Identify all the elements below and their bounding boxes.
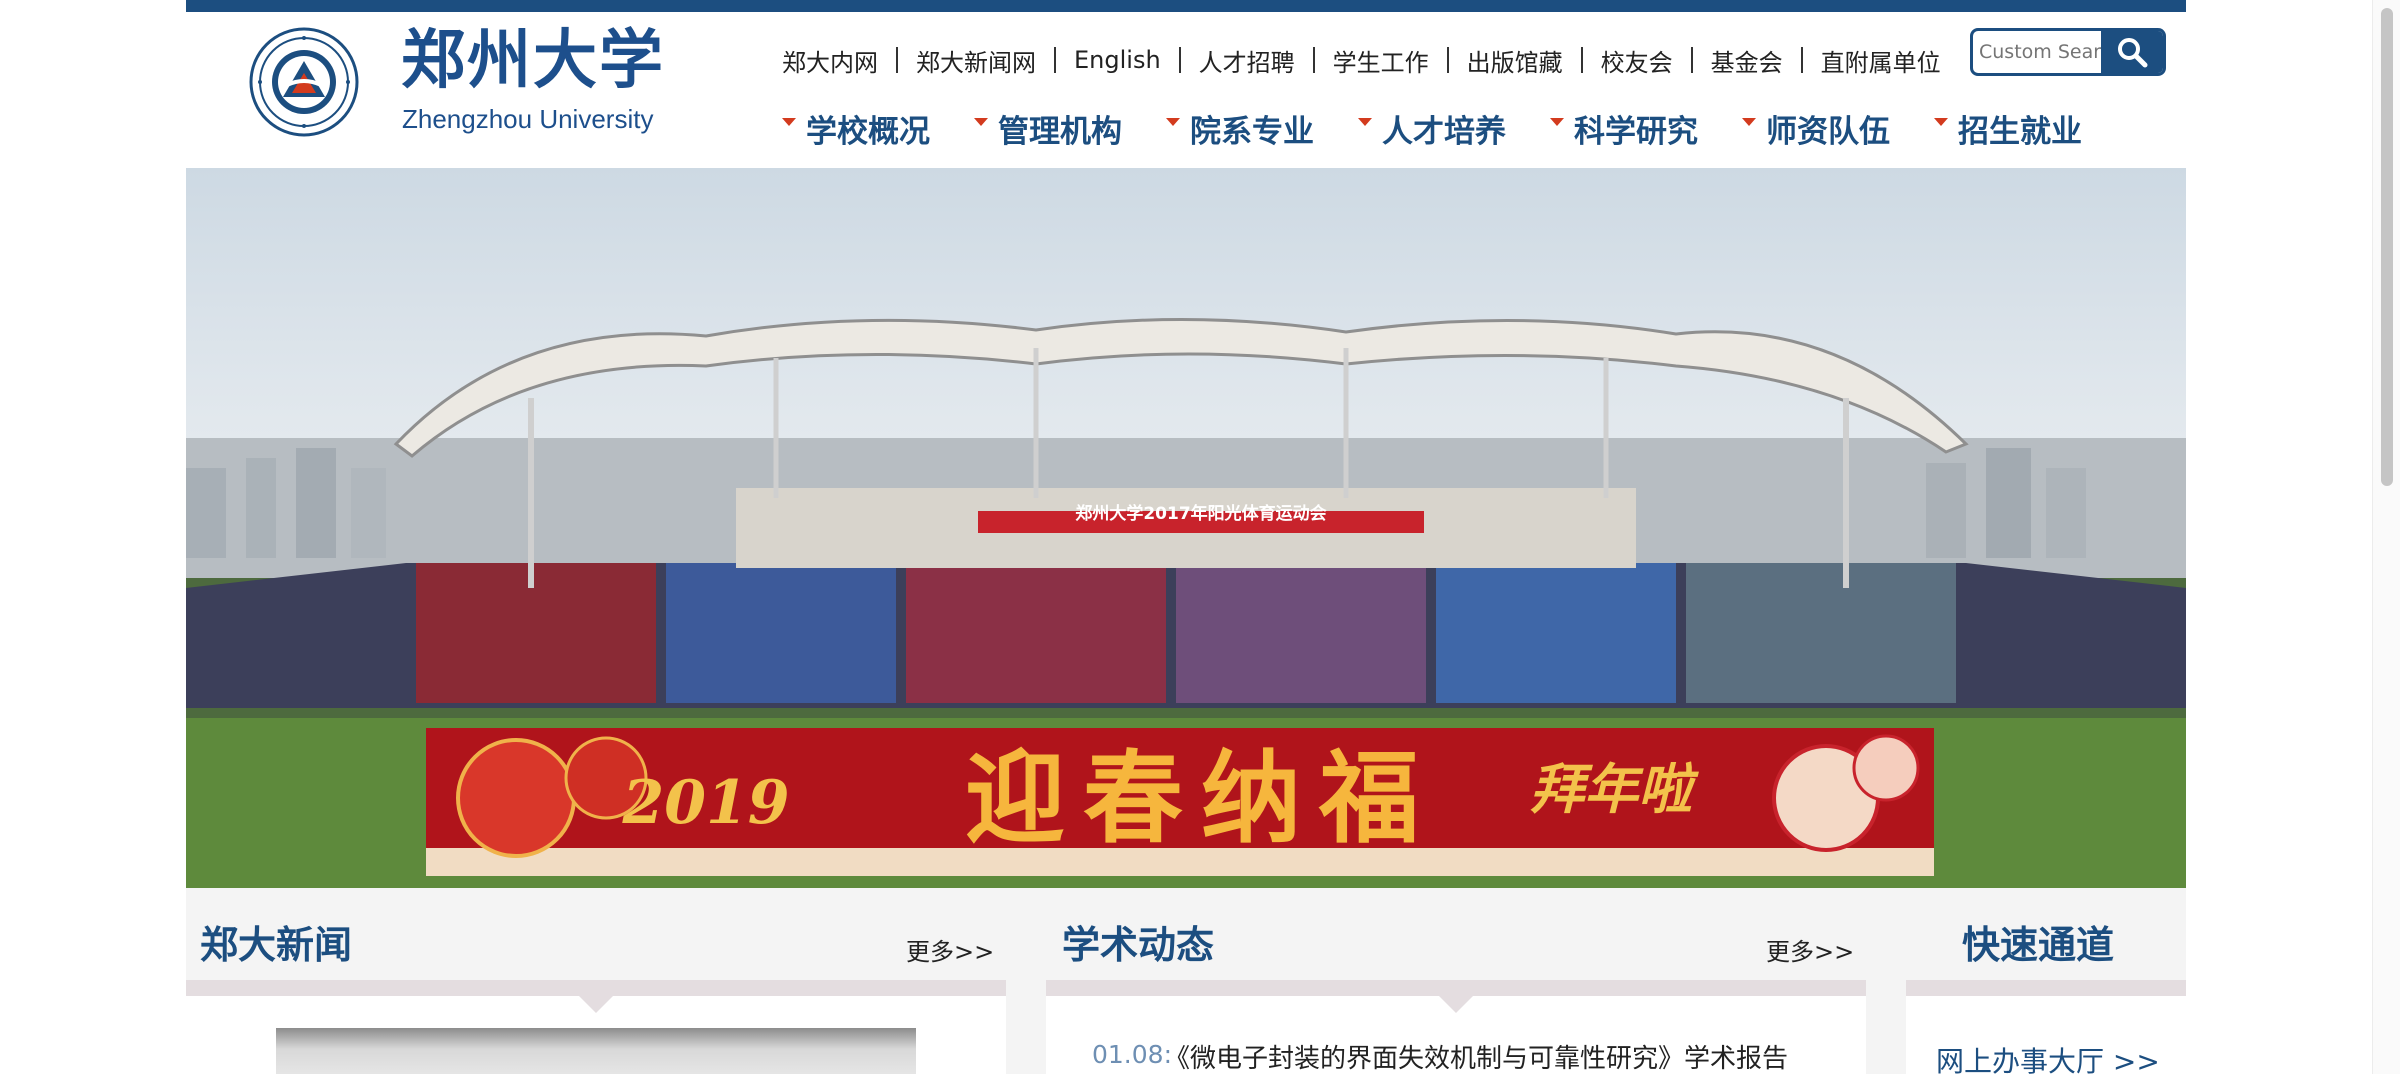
util-divider (1312, 47, 1315, 73)
util-link-student-affairs[interactable]: 学生工作 (1333, 43, 1429, 78)
site-header: 郑州大学 Zhengzhou University 郑大内网 郑大新闻网 Eng… (186, 12, 2186, 167)
quick-section-title: 快速通道 (1962, 923, 2115, 967)
scrollbar-thumb[interactable] (2381, 8, 2393, 486)
util-link-english[interactable]: English (1074, 46, 1161, 74)
hero-banner[interactable]: 郑州大学2017年阳光体育运动会 2019 迎春纳福 拜年啦 (186, 168, 2186, 888)
nav-item-about[interactable]: 学校概况 (782, 106, 930, 151)
nav-label: 科学研究 (1574, 114, 1698, 150)
search-icon (2118, 38, 2148, 68)
util-divider (1178, 47, 1181, 73)
nav-label: 人才培养 (1382, 114, 1506, 150)
academic-more-link[interactable]: 更多>> (1766, 932, 1854, 967)
caret-down-icon (782, 117, 796, 126)
search-button[interactable] (2101, 31, 2163, 73)
util-divider (1580, 47, 1583, 73)
util-link-recruitment[interactable]: 人才招聘 (1199, 43, 1295, 78)
top-accent-bar (186, 0, 2186, 12)
news-section-title[interactable]: 郑大新闻 (200, 914, 352, 969)
news-panel (186, 980, 1006, 1074)
util-link-alumni[interactable]: 校友会 (1601, 43, 1673, 78)
util-divider (1054, 47, 1056, 73)
util-divider (1800, 47, 1803, 73)
caret-down-icon (1742, 117, 1756, 126)
main-nav: 学校概况 管理机构 院系专业 人才培养 科学研究 师资队伍 招生就业 (782, 106, 2082, 151)
banner-year: 2019 (622, 768, 790, 838)
nav-label: 师资队伍 (1766, 114, 1890, 150)
util-divider (1446, 47, 1449, 73)
page-scrollbar[interactable] (2372, 0, 2400, 1074)
util-link-publications[interactable]: 出版馆藏 (1467, 43, 1563, 78)
nav-item-admissions[interactable]: 招生就业 (1934, 106, 2082, 151)
content-area: 郑大新闻 更多>> 学术动态 更多>> 01.08: 《微电子封装的界面失效机制… (186, 888, 2186, 1074)
academic-item-date: 01.08: (1092, 1040, 1172, 1069)
nav-item-departments[interactable]: 院系专业 (1166, 106, 1314, 151)
nav-item-research[interactable]: 科学研究 (1550, 106, 1698, 151)
academic-panel: 01.08: 《微电子封装的界面失效机制与可靠性研究》学术报告 (1046, 980, 1866, 1074)
quick-link-service-hall[interactable]: 网上办事大厅 >> (1936, 1040, 2160, 1074)
logo-subtitle[interactable]: Zhengzhou University (402, 104, 653, 135)
news-more-link[interactable]: 更多>> (906, 932, 994, 967)
util-link-intranet[interactable]: 郑大内网 (782, 43, 878, 78)
banner-blessing: 拜年啦 (1530, 757, 1699, 821)
academic-section-title[interactable]: 学术动态 (1062, 914, 1214, 969)
university-emblem-icon[interactable] (249, 27, 359, 137)
caret-down-icon (1934, 117, 1948, 126)
util-link-foundation[interactable]: 基金会 (1711, 43, 1783, 78)
search-box (1970, 28, 2166, 76)
nav-label: 管理机构 (998, 114, 1122, 150)
page: 郑州大学 Zhengzhou University 郑大内网 郑大新闻网 Eng… (186, 0, 2186, 1074)
util-link-newsnet[interactable]: 郑大新闻网 (916, 43, 1036, 78)
quick-panel: 网上办事大厅 >> (1906, 980, 2186, 1074)
academic-item-link[interactable]: 《微电子封装的界面失效机制与可靠性研究》学术报告 (1164, 1038, 1788, 1074)
util-divider (896, 47, 898, 73)
util-link-affiliates[interactable]: 直附属单位 (1821, 43, 1941, 78)
caret-down-icon (1166, 117, 1180, 126)
stadium-sign-text: 郑州大学2017年阳光体育运动会 (1075, 503, 1326, 524)
news-thumbnail[interactable] (276, 1028, 916, 1074)
banner-greeting: 迎春纳福 (965, 739, 1437, 857)
nav-label: 学校概况 (806, 114, 930, 150)
nav-label: 招生就业 (1958, 114, 2082, 150)
nav-item-administration[interactable]: 管理机构 (974, 106, 1122, 151)
caret-down-icon (1358, 117, 1372, 126)
stadium-photo: 郑州大学2017年阳光体育运动会 2019 迎春纳福 拜年啦 (186, 318, 2186, 888)
panel-pointer (1439, 996, 1473, 1013)
caret-down-icon (1550, 117, 1564, 126)
logo-title[interactable]: 郑州大学 (401, 26, 665, 96)
caret-down-icon (974, 117, 988, 126)
nav-item-faculty[interactable]: 师资队伍 (1742, 106, 1890, 151)
utility-nav: 郑大内网 郑大新闻网 English 人才招聘 学生工作 出版馆藏 校友会 基金… (782, 42, 1941, 78)
search-input[interactable] (1979, 35, 2103, 69)
nav-label: 院系专业 (1190, 114, 1314, 150)
panel-pointer (579, 996, 613, 1013)
nav-item-education[interactable]: 人才培养 (1358, 106, 1506, 151)
util-divider (1690, 47, 1693, 73)
